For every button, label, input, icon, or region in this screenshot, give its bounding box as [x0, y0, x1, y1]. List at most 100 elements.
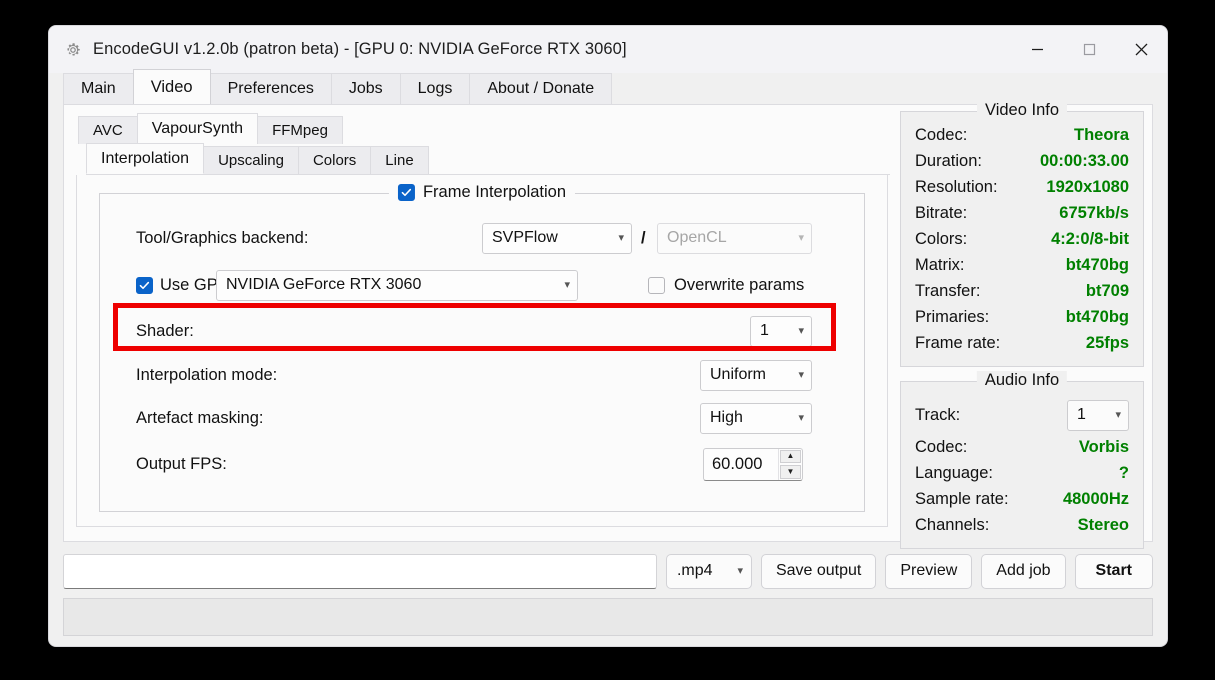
info-key: Codec: — [915, 437, 968, 456]
gear-icon — [63, 40, 83, 60]
shader-value: 1 — [760, 322, 769, 339]
group-title: Frame Interpolation — [422, 183, 567, 201]
tab-label: Jobs — [348, 80, 383, 97]
status-bar — [63, 598, 1153, 636]
artefact-masking-row: Artefact masking: High ▾ — [100, 398, 864, 438]
subtab-interpolation[interactable]: Interpolation — [86, 143, 205, 174]
info-row-colors: Colors: 4:2:0/8-bit — [915, 226, 1129, 252]
tab-label: Video — [150, 77, 193, 96]
tab-label: Logs — [417, 80, 453, 97]
info-value: 4:2:0/8-bit — [1051, 229, 1129, 248]
application-window: EncodeGUI v1.2.0b (patron beta) - [GPU 0… — [48, 25, 1168, 647]
shader-row: Shader: 1 ▾ — [100, 311, 864, 351]
overwrite-params-checkbox[interactable] — [648, 276, 665, 294]
tab-label: AVC — [93, 122, 123, 139]
video-info-box: Video Info Codec: Theora Duration: 00:00… — [900, 101, 1144, 367]
add-job-button[interactable]: Add job — [981, 553, 1066, 589]
subtab-avc[interactable]: AVC — [78, 116, 138, 144]
save-output-button[interactable]: Save output — [760, 553, 877, 589]
close-button[interactable] — [1115, 26, 1167, 73]
tab-about-donate[interactable]: About / Donate — [469, 73, 613, 104]
info-row-sample-rate: Sample rate: 48000Hz — [915, 486, 1129, 512]
info-key: Language: — [915, 463, 993, 482]
info-key: Sample rate: — [915, 489, 1009, 508]
info-row-frame-rate: Frame rate: 25fps — [915, 330, 1129, 356]
audio-info-legend: Audio Info — [976, 371, 1068, 390]
use-gpu-checkbox[interactable] — [136, 276, 153, 294]
output-path-input[interactable] — [63, 553, 657, 589]
stepper-buttons: ▲ ▼ — [778, 448, 802, 480]
subtab-ffmpeg[interactable]: FFMpeg — [257, 116, 343, 144]
tab-jobs[interactable]: Jobs — [330, 73, 401, 104]
tab-label: FFMpeg — [272, 122, 328, 139]
info-row-language: Language: ? — [915, 460, 1129, 486]
audio-track-combo[interactable]: 1 ▾ — [1067, 399, 1129, 431]
interpolation-mode-combo[interactable]: Uniform ▾ — [700, 359, 812, 391]
media-info-pane: Video Info Codec: Theora Duration: 00:00… — [900, 101, 1152, 549]
backend-row: Tool/Graphics backend: SVPFlow ▾ / OpenC… — [100, 218, 864, 258]
shader-combo[interactable]: 1 ▾ — [750, 315, 812, 347]
info-value: ? — [1118, 463, 1129, 482]
stepper-up-icon[interactable]: ▲ — [780, 449, 801, 463]
info-key: Matrix: — [915, 255, 965, 274]
tab-preferences[interactable]: Preferences — [209, 73, 332, 104]
info-row-audio-codec: Codec: Vorbis — [915, 434, 1129, 460]
info-row-channels: Channels: Stereo — [915, 512, 1129, 538]
info-row-transfer: Transfer: bt709 — [915, 278, 1129, 304]
frame-interpolation-group: Frame Interpolation Tool/Graphics backen… — [99, 183, 865, 512]
output-toolbar: .mp4 ▾ Save output Preview Add job Start — [63, 552, 1153, 590]
info-row-primaries: Primaries: bt470bg — [915, 304, 1129, 330]
tab-main[interactable]: Main — [63, 73, 134, 104]
graphics-backend-combo[interactable]: OpenCL ▾ — [657, 222, 812, 254]
info-key: Duration: — [915, 151, 982, 170]
info-value: 1920x1080 — [1046, 177, 1129, 196]
tab-label: Line — [385, 152, 414, 169]
subtab-upscaling[interactable]: Upscaling — [203, 146, 299, 174]
chevron-down-icon: ▾ — [1115, 408, 1121, 421]
subtab-line[interactable]: Line — [370, 146, 429, 174]
tab-video[interactable]: Video — [132, 69, 211, 104]
title-bar: EncodeGUI v1.2.0b (patron beta) - [GPU 0… — [49, 26, 1167, 73]
extension-combo[interactable]: .mp4 ▾ — [665, 553, 752, 589]
vapoursynth-tab-bar: Interpolation Upscaling Colors Line — [86, 143, 890, 175]
info-value: bt470bg — [1065, 307, 1129, 326]
subtab-vapoursynth[interactable]: VapourSynth — [136, 113, 259, 144]
tab-label: Colors — [312, 152, 357, 169]
info-key: Frame rate: — [915, 333, 1001, 352]
output-fps-stepper[interactable]: 60.000 ▲ ▼ — [703, 447, 803, 481]
gpu-select-combo[interactable]: NVIDIA GeForce RTX 3060 ▾ — [216, 269, 578, 301]
chevron-down-icon: ▾ — [798, 324, 804, 337]
output-fps-value[interactable]: 60.000 — [704, 455, 778, 474]
info-value: bt470bg — [1065, 255, 1129, 274]
stepper-down-icon[interactable]: ▼ — [780, 465, 801, 479]
info-key: Resolution: — [915, 177, 998, 196]
frame-interpolation-checkbox[interactable] — [397, 184, 415, 201]
audio-track-value: 1 — [1077, 406, 1086, 423]
info-value: Stereo — [1077, 515, 1129, 534]
info-value: bt709 — [1085, 281, 1129, 300]
window-title: EncodeGUI v1.2.0b (patron beta) - [GPU 0… — [93, 40, 627, 58]
audio-info-box: Audio Info Track: 1 ▾ Codec: Vorbis Lang… — [900, 371, 1144, 549]
info-key: Track: — [915, 405, 961, 424]
output-fps-label: Output FPS: — [136, 454, 227, 473]
interpolation-pane-body: Frame Interpolation Tool/Graphics backen… — [76, 175, 888, 527]
info-row-codec: Codec: Theora — [915, 122, 1129, 148]
window-controls — [1011, 26, 1167, 73]
tab-logs[interactable]: Logs — [399, 73, 471, 104]
artefact-masking-combo[interactable]: High ▾ — [700, 402, 812, 434]
minimize-button[interactable] — [1011, 26, 1063, 73]
overwrite-params-label: Overwrite params — [674, 275, 805, 294]
backend-label: Tool/Graphics backend: — [136, 228, 309, 247]
subtab-colors[interactable]: Colors — [297, 146, 372, 174]
info-value: 48000Hz — [1062, 489, 1129, 508]
tab-label: Main — [81, 80, 116, 97]
info-key: Colors: — [915, 229, 968, 248]
preview-button[interactable]: Preview — [885, 553, 973, 589]
tool-backend-combo[interactable]: SVPFlow ▾ — [482, 222, 632, 254]
info-value: Theora — [1073, 125, 1129, 144]
main-tab-bar: Main Video Preferences Jobs Logs About /… — [63, 69, 1153, 104]
maximize-button[interactable] — [1063, 26, 1115, 73]
artefact-masking-value: High — [710, 409, 743, 426]
start-button[interactable]: Start — [1074, 553, 1153, 589]
chevron-down-icon: ▾ — [737, 564, 743, 577]
